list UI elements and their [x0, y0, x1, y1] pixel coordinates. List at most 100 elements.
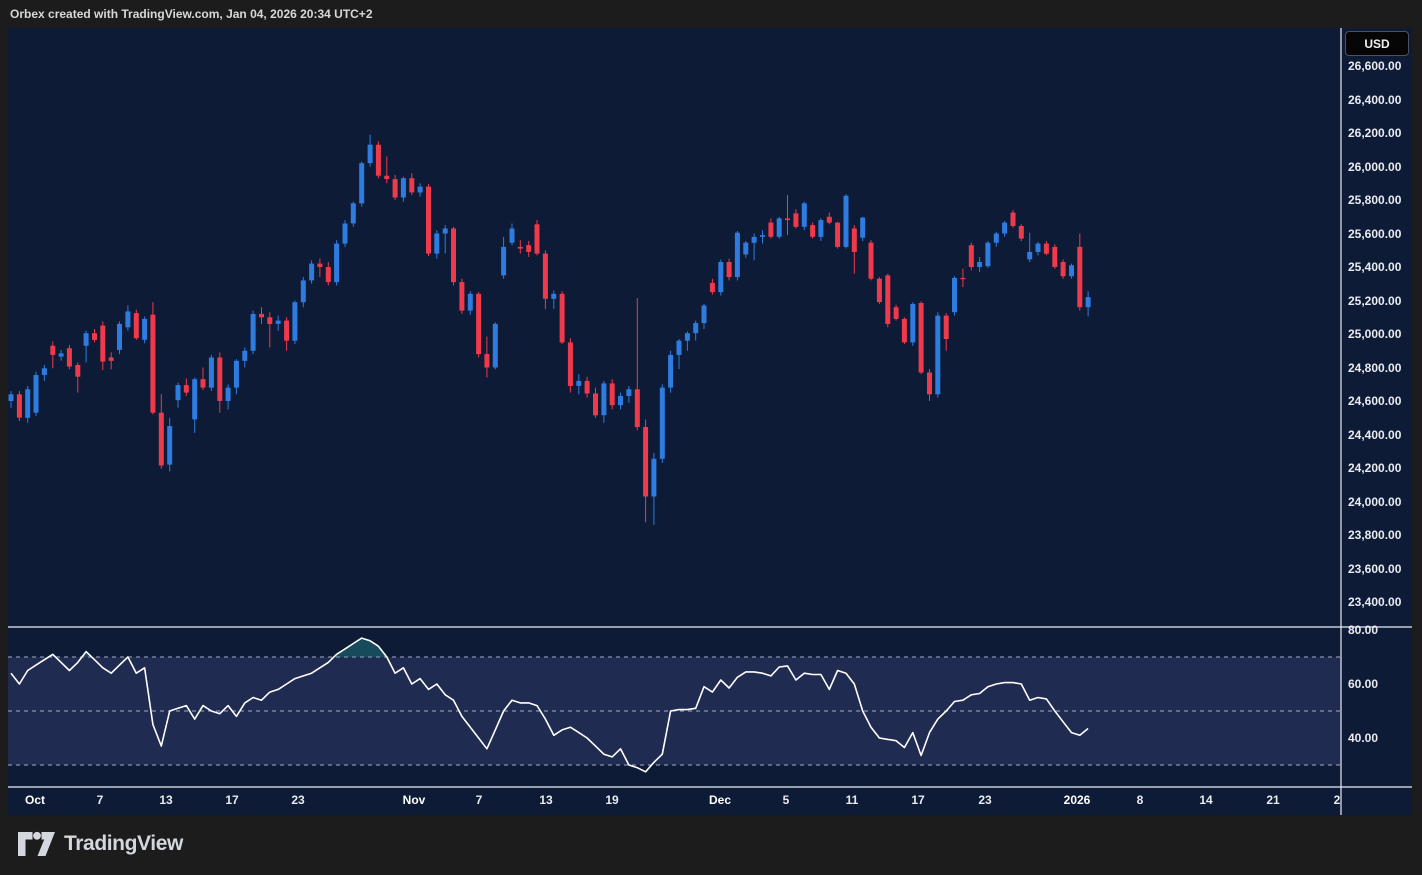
- currency-button[interactable]: USD: [1345, 31, 1409, 56]
- candle-body: [668, 355, 673, 388]
- price-tick-label: 25,000.00: [1348, 326, 1401, 342]
- candle-body: [510, 229, 515, 243]
- time-tick-label: 11: [846, 793, 859, 807]
- candle-body: [376, 145, 381, 176]
- candle-body: [869, 243, 874, 279]
- time-tick-label: 13: [159, 793, 172, 807]
- candle-body: [702, 306, 707, 324]
- candle-body: [835, 223, 840, 247]
- candle-body: [543, 254, 548, 299]
- time-tick-label: 2026: [1064, 793, 1091, 807]
- candle-body: [34, 375, 39, 413]
- candle-body: [234, 361, 239, 388]
- candle-body: [844, 196, 849, 247]
- price-tick-label: 25,400.00: [1348, 259, 1401, 275]
- candle-body: [902, 319, 907, 342]
- candle-wick: [319, 259, 320, 277]
- candle-body: [718, 262, 723, 292]
- chart-canvas[interactable]: [0, 0, 1422, 875]
- candle-body: [960, 278, 965, 279]
- candle-body: [952, 278, 957, 312]
- time-tick-label: 21: [1266, 793, 1279, 807]
- candle-body: [443, 229, 448, 234]
- price-tick-label: 23,800.00: [1348, 527, 1401, 543]
- candle-body: [384, 176, 389, 179]
- candle-body: [827, 217, 832, 223]
- candle-body: [1002, 223, 1007, 234]
- candle-body: [710, 283, 715, 292]
- candle-body: [894, 307, 899, 319]
- price-tick-label: 26,000.00: [1348, 159, 1401, 175]
- price-tick-label: 23,400.00: [1348, 594, 1401, 610]
- candle-body: [343, 224, 348, 244]
- candle-body: [9, 394, 14, 401]
- candle-body: [535, 224, 540, 253]
- candle-body: [752, 237, 757, 243]
- candle-body: [317, 264, 322, 267]
- price-tick-label: 24,400.00: [1348, 427, 1401, 443]
- price-tick-label: 24,000.00: [1348, 494, 1401, 510]
- candle-body: [727, 262, 732, 277]
- candle-body: [877, 279, 882, 302]
- candle-body: [359, 163, 364, 203]
- time-tick-label: Oct: [25, 793, 45, 807]
- price-tick-label: 25,200.00: [1348, 293, 1401, 309]
- time-tick-label: 2: [1334, 793, 1341, 807]
- candle-body: [226, 388, 231, 401]
- candle-body: [134, 313, 139, 338]
- candle-body: [777, 218, 782, 236]
- candle-body: [92, 333, 97, 340]
- candle-body: [985, 243, 990, 267]
- candle-body: [818, 220, 823, 237]
- candle-body: [560, 294, 565, 343]
- candle-body: [192, 379, 197, 419]
- price-tick-label: 24,800.00: [1348, 360, 1401, 376]
- candle-body: [1069, 265, 1074, 276]
- candle-body: [142, 319, 147, 340]
- candle-body: [351, 203, 356, 223]
- candle-body: [242, 351, 247, 361]
- candle-body: [476, 294, 481, 354]
- candle-body: [969, 245, 974, 267]
- candle-body: [526, 245, 531, 252]
- candle-body: [618, 396, 623, 405]
- candle-body: [84, 333, 89, 346]
- candle-body: [251, 314, 256, 351]
- candle-body: [393, 179, 398, 197]
- candle-body: [885, 275, 890, 324]
- candle-body: [518, 247, 523, 249]
- candle-body: [59, 353, 64, 356]
- oscillator-tick-label: 60.00: [1348, 676, 1378, 692]
- candle-body: [735, 233, 740, 277]
- price-tick-label: 25,600.00: [1348, 226, 1401, 242]
- candle-body: [42, 368, 47, 375]
- candle-body: [334, 244, 339, 283]
- candle-wick: [553, 291, 554, 309]
- candle-body: [259, 314, 264, 317]
- candle-body: [401, 178, 406, 197]
- price-tick-label: 26,400.00: [1348, 92, 1401, 108]
- candle-body: [585, 381, 590, 394]
- candle-body: [117, 324, 122, 350]
- candle-body: [67, 348, 72, 366]
- candle-body: [426, 187, 431, 254]
- candle-body: [451, 229, 456, 283]
- oscillator-tick-label: 40.00: [1348, 730, 1378, 746]
- candle-body: [1061, 262, 1066, 276]
- candle-body: [1086, 297, 1091, 307]
- candle-body: [209, 358, 214, 388]
- candle-body: [677, 341, 682, 355]
- candle-body: [484, 354, 489, 367]
- candle-body: [1036, 244, 1041, 252]
- time-tick-label: 17: [225, 793, 238, 807]
- candle-body: [660, 388, 665, 459]
- candle-body: [927, 373, 932, 395]
- candle-body: [593, 394, 598, 416]
- candle-body: [610, 383, 615, 405]
- candle-body: [635, 389, 640, 427]
- tradingview-logo[interactable]: TradingView: [18, 830, 183, 858]
- candle-body: [944, 316, 949, 339]
- candle-body: [852, 229, 857, 252]
- candle-body: [284, 321, 289, 341]
- candle-body: [1011, 213, 1016, 226]
